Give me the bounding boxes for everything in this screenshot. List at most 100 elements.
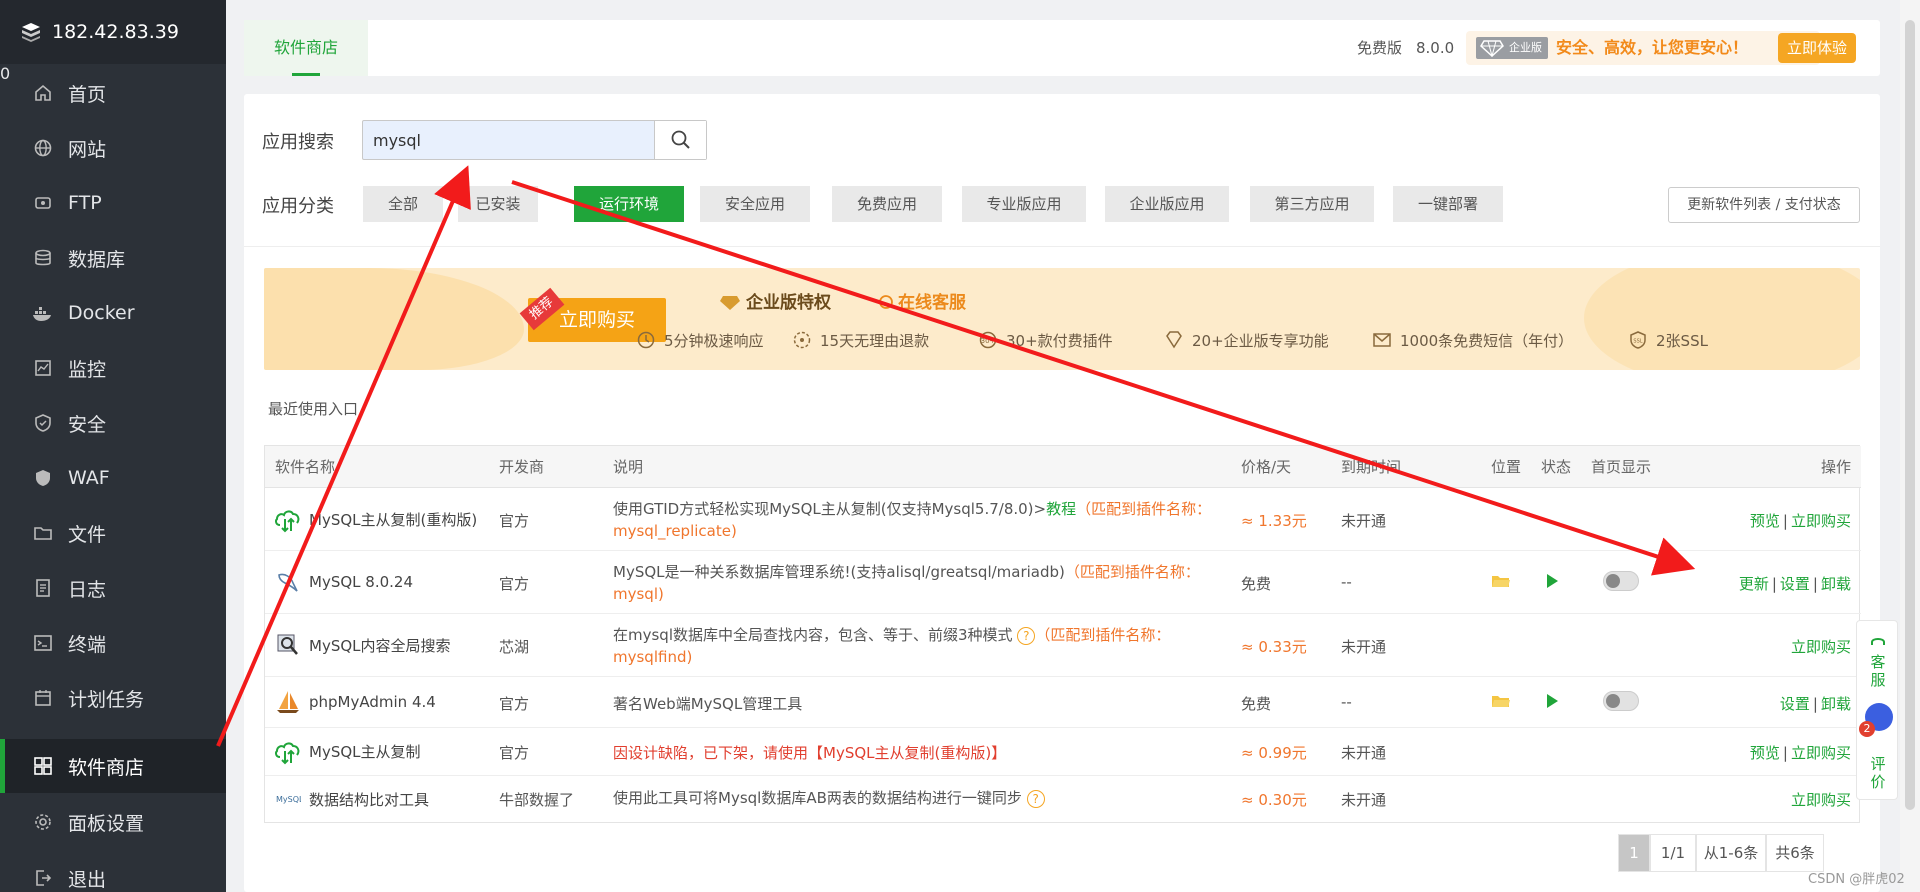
message-count-badge: 2 [1859, 721, 1875, 737]
sidebar-item-monitor[interactable]: 监控 [0, 341, 226, 395]
app-name-cell[interactable]: MySQL主从复制 [273, 736, 421, 766]
sidebar-item-ftp[interactable]: FTP [0, 176, 226, 230]
buy-link[interactable]: 立即购买 [1791, 791, 1851, 809]
app-name-cell[interactable]: MySQL主从复制(重构版) [273, 504, 477, 534]
category-installed[interactable]: 已安装 [458, 186, 538, 222]
header-description: 说明 [613, 458, 644, 476]
perk-text: 30+款付费插件 [1006, 332, 1113, 350]
category-pro[interactable]: 专业版应用 [962, 186, 1086, 222]
home-icon [32, 82, 54, 104]
perk-text: 20+企业版专享功能 [1192, 332, 1329, 350]
review-button[interactable]: 评价 [1865, 755, 1891, 791]
match-note: （匹配到插件名称： [1064, 563, 1200, 581]
vendor-cell: 官方 [499, 744, 530, 762]
search-box [362, 120, 707, 160]
phpmyadmin-icon [273, 687, 303, 717]
sidebar-item-home[interactable]: 首页 [0, 66, 226, 120]
perk-item: 30+ 30+款付费插件 [978, 330, 1113, 351]
play-icon[interactable] [1545, 693, 1559, 713]
match-note: （匹配到插件名称： [1076, 500, 1212, 518]
homepage-toggle[interactable] [1603, 571, 1639, 591]
play-icon[interactable] [1545, 573, 1559, 593]
homepage-toggle[interactable] [1603, 691, 1639, 711]
gear-icon [32, 811, 54, 833]
open-folder-icon[interactable] [1491, 573, 1511, 593]
version-number[interactable]: 8.0.0 [1416, 20, 1454, 76]
scrollbar-thumb[interactable] [1905, 20, 1915, 810]
page-current[interactable]: 1 [1618, 834, 1650, 872]
app-name-cell[interactable]: MySQL 8.0.24 [273, 567, 413, 597]
preview-link[interactable]: 预览 [1750, 744, 1780, 762]
sidebar-item-waf[interactable]: WAF [0, 451, 226, 505]
app-name-cell[interactable]: MySQL内容全局搜索 [273, 630, 451, 660]
settings-link[interactable]: 设置 [1780, 575, 1810, 593]
sidebar-item-database[interactable]: 数据库 [0, 231, 226, 285]
category-one-click[interactable]: 一键部署 [1393, 186, 1503, 222]
sidebar-item-cron[interactable]: 计划任务 [0, 671, 226, 725]
floating-service-widget: 客服 2 评价 [1856, 620, 1898, 800]
sidebar-item-label: 监控 [68, 358, 107, 381]
uninstall-link[interactable]: 卸载 [1821, 575, 1851, 593]
help-icon[interactable]: ? [1017, 627, 1036, 645]
buy-link[interactable]: 立即购买 [1791, 512, 1851, 530]
sidebar-item-label: 数据库 [68, 248, 126, 271]
app-name-cell[interactable]: phpMyAdmin 4.4 [273, 687, 436, 717]
category-free[interactable]: 免费应用 [832, 186, 942, 222]
page-scrollbar[interactable] [1900, 0, 1920, 892]
description-cell: 因设计缺陷，已下架，请使用【MySQL主从复制(重构版)】 [613, 744, 1007, 762]
category-third-party[interactable]: 第三方应用 [1250, 186, 1374, 222]
recent-entries-label[interactable]: 最近使用入口 [268, 398, 358, 419]
category-runtime[interactable]: 运行环境 [574, 186, 684, 222]
open-folder-icon[interactable] [1491, 693, 1511, 713]
version-label: 免费版 [1357, 39, 1403, 57]
header-vendor: 开发商 [499, 458, 545, 476]
description-cell: 在mysql数据库中全局查找内容，包含、等于、前缀3种模式 ? （匹配到插件名称：… [613, 624, 1213, 668]
customer-service-button[interactable]: 客服 [1865, 635, 1891, 689]
settings-link[interactable]: 设置 [1780, 695, 1810, 713]
log-icon [32, 577, 54, 599]
sidebar-item-label: FTP [68, 192, 102, 214]
vendor-cell: 官方 [499, 695, 530, 713]
description-cell: MySQL是一种关系数据库管理系统!(支持alisql/greatsql/mar… [613, 561, 1213, 605]
diamond-icon [1480, 40, 1504, 57]
sidebar-item-docker[interactable]: Docker [0, 286, 226, 340]
enterprise-perks-title: 企业版特权 [720, 288, 831, 313]
enterprise-tag-label: 企业版 [1509, 41, 1542, 54]
tutorial-link[interactable]: 教程 [1046, 500, 1076, 518]
refund-icon [793, 331, 811, 349]
sidebar-item-website[interactable]: 网站 [0, 121, 226, 175]
search-button[interactable] [654, 121, 706, 159]
update-link[interactable]: 更新 [1739, 575, 1769, 593]
category-security[interactable]: 安全应用 [700, 186, 810, 222]
online-service-link[interactable]: 在线客服 [878, 288, 966, 313]
search-label: 应用搜索 [262, 132, 334, 153]
category-all[interactable]: 全部 [363, 186, 443, 222]
sidebar-item-terminal[interactable]: 终端 [0, 616, 226, 670]
sidebar-item-settings[interactable]: 面板设置 [0, 795, 226, 849]
refresh-list-button[interactable]: 更新软件列表 / 支付状态 [1668, 187, 1860, 223]
tab-software-store[interactable]: 软件商店 [244, 20, 368, 76]
perk-text: 1000条免费短信（年付） [1400, 332, 1574, 350]
sidebar-item-security[interactable]: 安全 [0, 396, 226, 450]
enterprise-banner: 立即购买 推荐 企业版特权 在线客服 5分钟极速响应 15天无理由退款 30+ 3… [264, 268, 1860, 370]
try-now-button[interactable]: 立即体验 [1778, 33, 1856, 63]
sidebar-item-store[interactable]: 软件商店 [0, 739, 226, 793]
sidebar-item-files[interactable]: 文件 [0, 506, 226, 560]
category-enterprise[interactable]: 企业版应用 [1105, 186, 1229, 222]
sidebar-item-label: 首页 [68, 83, 107, 106]
help-icon[interactable]: ? [1026, 790, 1045, 808]
search-input[interactable] [363, 121, 653, 159]
app-name-cell[interactable]: MySQL 数据结构比对工具 [273, 784, 429, 814]
buy-link[interactable]: 立即购买 [1791, 638, 1851, 656]
sidebar-item-label: 网站 [68, 138, 107, 161]
enterprise-promo[interactable]: 企业版 安全、高效，让您更安心！ [1466, 31, 1820, 65]
uninstall-link[interactable]: 卸载 [1821, 695, 1851, 713]
sidebar-item-logs[interactable]: 日志 [0, 561, 226, 615]
preview-link[interactable]: 预览 [1750, 512, 1780, 530]
buy-link[interactable]: 立即购买 [1791, 744, 1851, 762]
actions-cell: 设置 | 卸载 [1779, 695, 1851, 713]
enterprise-tag: 企业版 [1476, 37, 1548, 59]
shield-icon [32, 412, 54, 434]
description-text: 使用此工具可将Mysql数据库AB两表的数据结构进行一键同步 [613, 789, 1022, 807]
sidebar-item-logout[interactable]: 退出 [0, 851, 226, 892]
